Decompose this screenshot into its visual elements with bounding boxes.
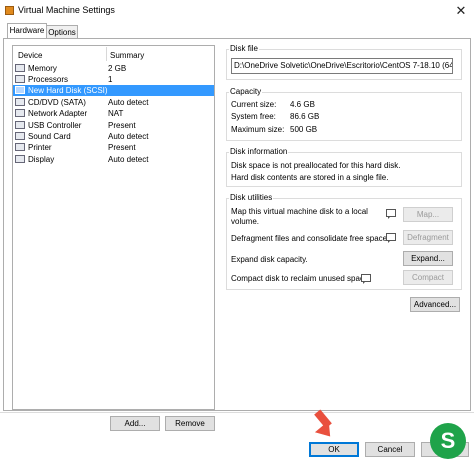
device-row-usb-controller[interactable]: USB Controller Present [13, 120, 214, 131]
device-row-memory[interactable]: Memory 2 GB [13, 63, 214, 74]
disk-utilities-label: Disk utilities [229, 193, 274, 202]
remove-device-button[interactable]: Remove [165, 416, 215, 431]
disk-file-path-field[interactable]: D:\OneDrive Solvetic\OneDrive\Escritorio… [231, 58, 453, 74]
device-name: CD/DVD (SATA) [28, 98, 86, 107]
device-name: Memory [28, 64, 57, 73]
device-row-processors[interactable]: Processors 1 [13, 74, 214, 85]
annotation-arrow-head [314, 420, 338, 443]
current-size-label: Current size: [231, 100, 277, 109]
current-size-value: 4.6 GB [290, 100, 315, 109]
map-description-cont: volume. [231, 217, 260, 226]
device-summary: Present [108, 121, 136, 130]
system-free-label: System free: [231, 112, 276, 121]
column-divider[interactable] [106, 47, 107, 61]
capacity-label: Capacity [229, 87, 263, 96]
device-summary: Auto detect [108, 155, 149, 164]
compact-description: Compact disk to reclaim unused space. [231, 274, 371, 283]
disk-info-preallocation: Disk space is not preallocated for this … [231, 161, 401, 170]
cancel-button[interactable]: Cancel [365, 442, 415, 457]
tab-options[interactable]: Options [46, 25, 78, 38]
device-name: New Hard Disk (SCSI) [28, 86, 108, 95]
advanced-button[interactable]: Advanced... [410, 297, 460, 312]
tab-hardware[interactable]: Hardware [7, 23, 47, 38]
compact-button[interactable]: Compact [403, 270, 453, 285]
disk-info-single-file: Hard disk contents are stored in a singl… [231, 173, 389, 182]
printer-icon [15, 143, 25, 151]
device-name: Printer [28, 143, 52, 152]
column-header-summary[interactable]: Summary [110, 51, 144, 60]
expand-button[interactable]: Expand... [403, 251, 453, 266]
device-summary: 2 GB [108, 64, 127, 73]
disk-file-label: Disk file [229, 44, 260, 53]
system-free-value: 86.6 GB [290, 112, 320, 121]
memory-icon [15, 64, 25, 72]
device-name: Sound Card [28, 132, 71, 141]
sound-card-icon [15, 132, 25, 140]
defragment-help-icon[interactable] [386, 233, 396, 243]
device-row-sound-card[interactable]: Sound Card Auto detect [13, 131, 214, 142]
vmware-app-icon [5, 6, 14, 15]
device-row-display[interactable]: Display Auto detect [13, 154, 214, 165]
defragment-button[interactable]: Defragment [403, 230, 453, 245]
column-header-device[interactable]: Device [18, 51, 42, 60]
device-name: Network Adapter [28, 109, 88, 118]
hard-disk-icon [15, 86, 25, 94]
device-name: Display [28, 155, 55, 164]
maximum-size-value: 500 GB [290, 125, 318, 134]
maximum-size-label: Maximum size: [231, 125, 285, 134]
window-title: Virtual Machine Settings [18, 5, 115, 15]
defragment-description: Defragment files and consolidate free sp… [231, 234, 390, 243]
device-row-printer[interactable]: Printer Present [13, 142, 214, 153]
display-icon [15, 155, 25, 163]
cd-dvd-icon [15, 98, 25, 106]
footer-divider [0, 412, 474, 413]
device-summary: Auto detect [108, 98, 149, 107]
device-row-new-hard-disk[interactable]: New Hard Disk (SCSI) [13, 85, 214, 96]
network-adapter-icon [15, 109, 25, 117]
expand-description: Expand disk capacity. [231, 255, 308, 264]
watermark-letter: S [440, 428, 456, 453]
device-name: USB Controller [28, 121, 82, 130]
processor-icon [15, 75, 25, 83]
usb-icon [15, 121, 25, 129]
device-row-cd-dvd[interactable]: CD/DVD (SATA) Auto detect [13, 97, 214, 108]
device-row-network-adapter[interactable]: Network Adapter NAT [13, 108, 214, 119]
device-summary: 1 [108, 75, 113, 84]
ok-button[interactable]: OK [309, 442, 359, 457]
device-name: Processors [28, 75, 69, 84]
add-device-button[interactable]: Add... [110, 416, 160, 431]
map-help-icon[interactable] [386, 209, 396, 219]
device-summary: NAT [108, 109, 124, 118]
disk-information-label: Disk information [229, 147, 289, 156]
map-description: Map this virtual machine disk to a local [231, 207, 368, 216]
compact-help-icon[interactable] [361, 274, 371, 284]
device-summary: Present [108, 143, 136, 152]
close-icon[interactable]: ✕ [452, 2, 470, 19]
device-summary: Auto detect [108, 132, 149, 141]
map-button[interactable]: Map... [403, 207, 453, 222]
